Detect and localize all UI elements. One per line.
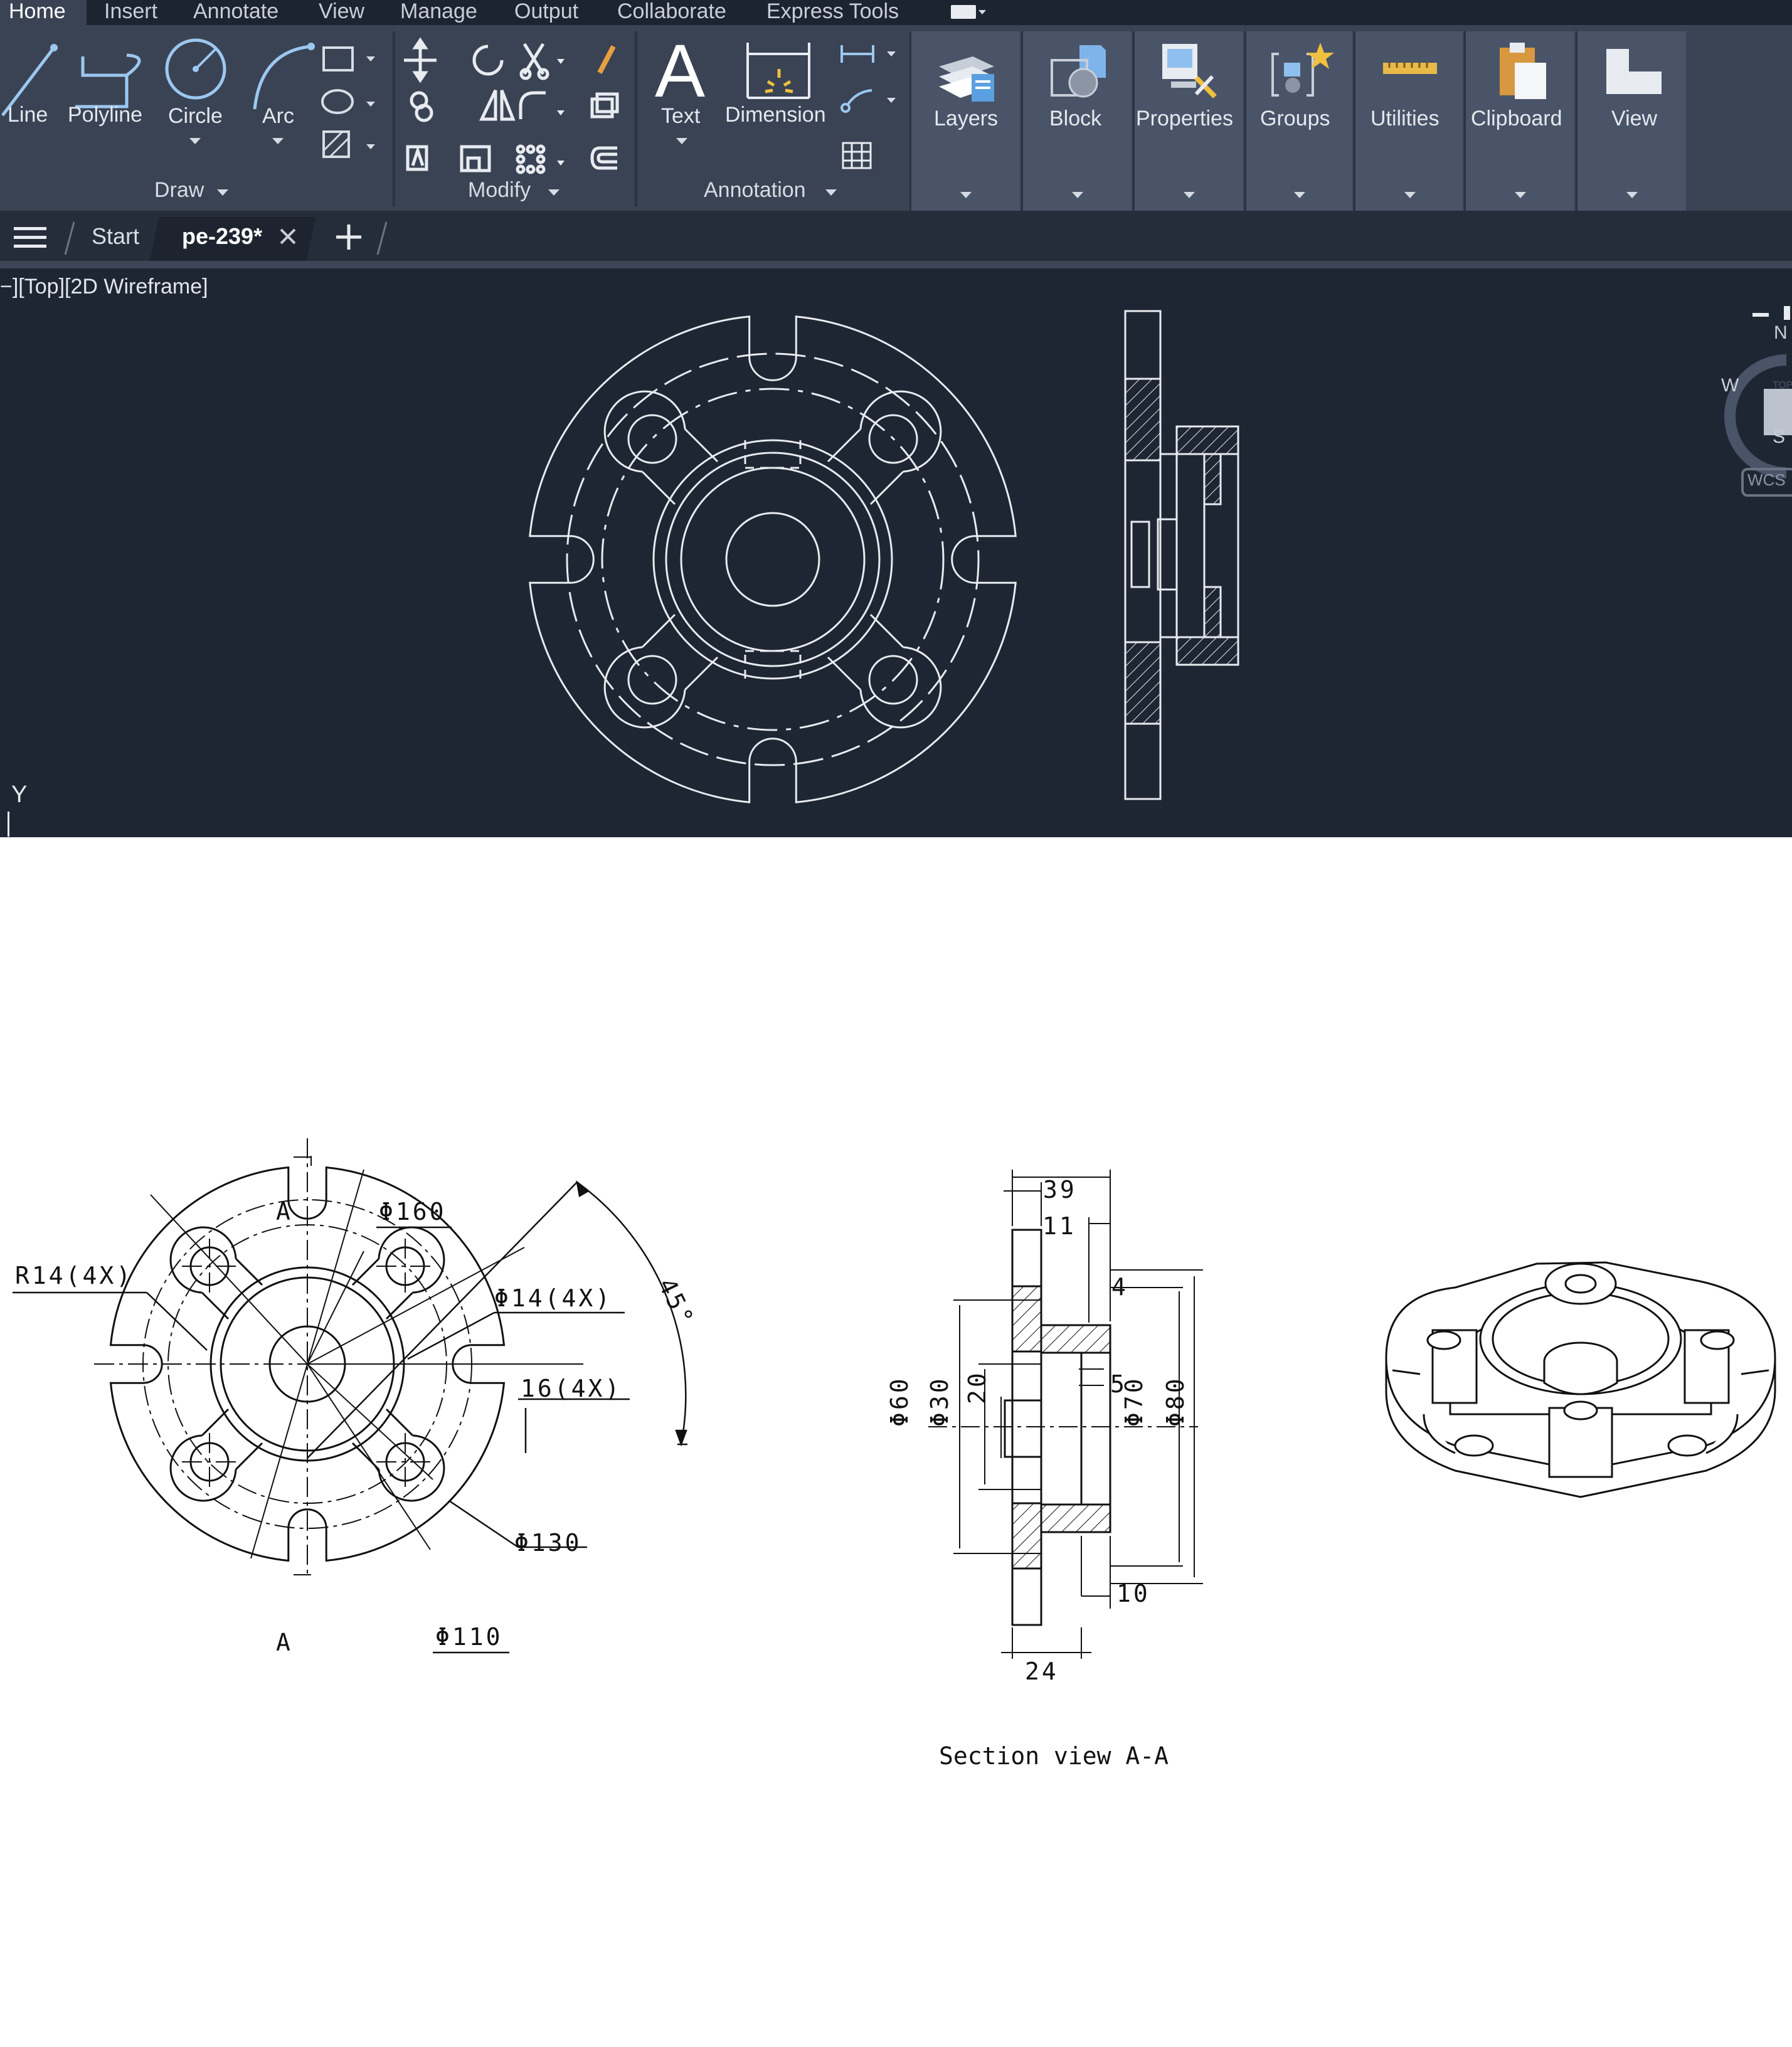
groups-panel[interactable]: Groups <box>1244 31 1352 211</box>
annotation-panel-title[interactable]: Annotation <box>704 178 806 203</box>
dim-section-diameter-70: Φ70 <box>1120 1376 1148 1427</box>
annotation-small-tools[interactable] <box>838 41 901 179</box>
tab-view[interactable]: View <box>319 0 364 25</box>
arc-button[interactable]: Arc <box>262 104 294 129</box>
clipboard-label: Clipboard <box>1471 107 1562 130</box>
ribbon-tab-bar: Home Insert Annotate View Manage Output … <box>0 0 1792 25</box>
arc-icon[interactable] <box>248 39 317 114</box>
draw-panel-title[interactable]: Draw <box>154 178 204 203</box>
dim-section-10: 10 <box>1116 1580 1150 1607</box>
flange-side-view <box>1124 310 1239 800</box>
svg-text:A: A <box>655 29 705 113</box>
tab-express-tools[interactable]: Express Tools <box>766 0 899 25</box>
start-tab[interactable]: Start <box>92 223 139 250</box>
line-button[interactable]: Line <box>8 103 48 127</box>
layers-panel[interactable]: Layers <box>909 31 1020 211</box>
properties-icon <box>1162 44 1217 98</box>
viewcube-south[interactable]: S <box>1773 426 1785 448</box>
clipboard-panel[interactable]: Clipboard <box>1464 31 1574 211</box>
clipboard-icon <box>1500 43 1546 99</box>
drawing-sheet: A A Φ160 R14(4X) Φ14(4X) 45° 16(4X) Φ130… <box>0 837 1792 2047</box>
dim-section-11: 11 <box>1042 1212 1076 1240</box>
tab-collaborate[interactable]: Collaborate <box>617 0 726 25</box>
tab-divider <box>64 221 75 255</box>
utilities-label: Utilities <box>1371 107 1439 130</box>
layers-label: Layers <box>934 107 999 130</box>
block-panel[interactable]: Block <box>1021 31 1132 211</box>
viewcube-top-label: TOP <box>1773 380 1792 391</box>
dim-section-20: 20 <box>963 1370 991 1404</box>
polyline-button[interactable]: Polyline <box>68 103 142 127</box>
ribbon: Line Polyline Circle Arc Draw Modify A T… <box>0 25 1792 211</box>
utilities-panel[interactable]: Utilities <box>1354 31 1463 211</box>
dim-section-diameter-60: Φ60 <box>886 1376 913 1427</box>
properties-panel[interactable]: Properties <box>1133 31 1243 211</box>
dim-section-39: 39 <box>1043 1176 1077 1203</box>
layers-icon <box>939 56 994 102</box>
section-view-drawing <box>928 1170 1203 1659</box>
view-label: View <box>1611 107 1658 130</box>
circle-icon[interactable] <box>161 34 231 104</box>
block-label: Block <box>1049 107 1102 130</box>
isometric-view-drawing <box>1385 1261 1776 1498</box>
text-button[interactable]: Text <box>661 104 700 129</box>
wcs-button[interactable]: WCS <box>1747 470 1786 490</box>
tab-output[interactable]: Output <box>514 0 578 25</box>
modify-tools[interactable] <box>401 37 621 182</box>
ucs-y-label: Y <box>11 781 28 808</box>
front-view-leader-lines <box>13 1226 630 1654</box>
tab-home[interactable]: Home <box>0 0 87 25</box>
properties-label: Properties <box>1136 107 1233 130</box>
dimension-icon[interactable] <box>743 38 818 107</box>
dim-section-diameter-80: Φ80 <box>1162 1376 1189 1427</box>
model-viewport[interactable]: −][Top][2D Wireframe] N W S TOP WCS Y <box>0 268 1792 837</box>
tab-manage[interactable]: Manage <box>400 0 477 25</box>
tab-insert[interactable]: Insert <box>104 0 157 25</box>
dim-section-4: 4 <box>1111 1273 1128 1301</box>
circle-button[interactable]: Circle <box>168 104 223 129</box>
text-icon[interactable]: A <box>652 29 709 113</box>
groups-label: Groups <box>1260 107 1330 130</box>
viewcube-north[interactable]: N <box>1774 322 1788 344</box>
viewcube[interactable] <box>1711 285 1792 529</box>
viewport-top-border <box>0 261 1792 268</box>
new-tab-plus-icon[interactable] <box>335 223 363 251</box>
file-tab-bar: Start pe-239* <box>0 211 1792 261</box>
flange-front-view <box>529 315 1017 803</box>
groups-icon <box>1271 43 1334 97</box>
dim-section-24: 24 <box>1025 1658 1059 1685</box>
view-icon <box>1606 49 1662 94</box>
ribbon-options-toggle[interactable] <box>951 3 986 20</box>
utilities-icon <box>1383 63 1437 74</box>
close-tab-icon[interactable] <box>278 227 297 246</box>
ucs-axis-icon <box>8 812 9 837</box>
modify-panel-title[interactable]: Modify <box>468 178 531 203</box>
block-icon <box>1051 45 1106 98</box>
viewport-controls-label[interactable]: −][Top][2D Wireframe] <box>0 275 208 299</box>
view-panel[interactable]: View <box>1576 31 1686 211</box>
tab-annotate[interactable]: Annotate <box>193 0 278 25</box>
menu-icon[interactable] <box>14 225 46 251</box>
section-view-caption: Section view A-A <box>939 1742 1169 1770</box>
dimension-button[interactable]: Dimension <box>725 103 826 127</box>
viewcube-west[interactable]: W <box>1721 375 1739 396</box>
draw-small-tools[interactable] <box>320 44 376 182</box>
dim-section-diameter-30: Φ30 <box>926 1376 953 1427</box>
active-file-tab-label: pe-239* <box>182 223 263 249</box>
tab-divider <box>376 221 388 255</box>
